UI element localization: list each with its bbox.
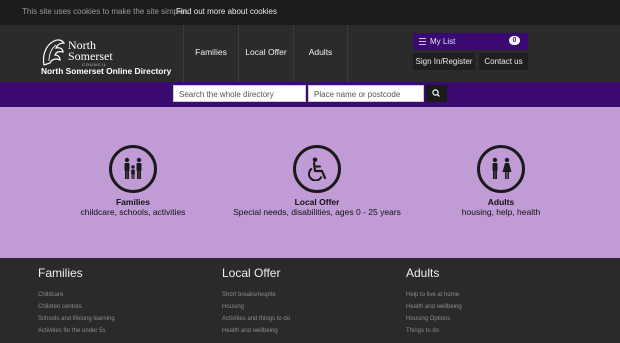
logo-line-2: Somerset [68,49,113,63]
tile-adults[interactable]: Adults housing, help, health [401,145,601,235]
tile-families-sub: childcare, schools, activities [80,207,186,217]
cookie-link[interactable]: Find out more about cookies [176,7,277,16]
nav-adults[interactable]: Adults [293,25,348,82]
footer-heading: Adults [406,266,440,280]
tile-families-title: Families [115,197,151,207]
tile-families[interactable]: Families childcare, schools, activities [33,145,233,235]
hero-section: Families childcare, schools, activities … [0,107,620,258]
nav-local-offer[interactable]: Local Offer [238,25,293,82]
list-icon [419,38,426,45]
footer-link[interactable]: Housing Options [406,316,450,322]
tile-local-offer-sub: Special needs, disabilities, ages 0 - 25… [233,207,401,217]
directory-search-input[interactable]: Search the whole directory [173,85,306,102]
nav-families[interactable]: Families [183,25,238,82]
nav-local-offer-label: Local Offer [245,47,287,57]
footer-link[interactable]: Help to live at home [406,292,459,298]
sign-in-label: Sign In/Register [415,57,473,66]
footer-link[interactable]: Activities and things to do [222,316,290,322]
postcode-input[interactable]: Place name or postcode [308,85,424,102]
tile-local-offer-title: Local Offer [294,197,340,207]
footer-heading: Local Offer [222,266,281,280]
site-logo[interactable]: North Somerset COUNCIL North Somerset On… [28,37,178,81]
cookie-text: This site uses cookies to make the site … [22,7,189,16]
family-icon [109,145,157,193]
footer-link[interactable]: Schools and lifelong learning [38,316,115,322]
footer-link[interactable]: Health and wellbeing [222,328,278,334]
sign-in-button[interactable]: Sign In/Register [413,53,475,70]
contact-label: Contact us [484,57,523,66]
tile-adults-sub: housing, help, health [461,207,541,217]
site-footer: Families Childcare Children centres Scho… [0,258,620,343]
wheelchair-icon [293,145,341,193]
my-list-button[interactable]: My List 0 [413,33,528,50]
search-bar: Search the whole directory Place name or… [0,82,620,107]
footer-link[interactable]: Activities for the under 5s [38,328,105,334]
search-icon [432,89,440,97]
my-list-label: My List [430,37,456,46]
contact-button[interactable]: Contact us [479,53,528,70]
footer-heading: Families [38,266,83,280]
tile-adults-title: Adults [487,197,515,207]
footer-link[interactable]: Short breaks/respite [222,292,276,298]
cookie-bar: This site uses cookies to make the site … [0,0,620,25]
nav-adults-label: Adults [308,47,333,57]
footer-link[interactable]: Housing [222,304,244,310]
footer-link[interactable]: Health and wellbeing [406,304,462,310]
council-crest-icon [42,39,66,66]
footer-link[interactable]: Childcare [38,292,63,298]
footer-link[interactable]: Things to do [406,328,439,334]
postcode-placeholder: Place name or postcode [314,90,401,99]
tile-local-offer[interactable]: Local Offer Special needs, disabilities,… [217,145,417,235]
site-header: North Somerset COUNCIL North Somerset On… [0,25,620,82]
adults-icon [477,145,525,193]
directory-search-placeholder: Search the whole directory [179,90,274,99]
nav-families-label: Families [195,47,227,57]
directory-title: North Somerset Online Directory [41,66,172,76]
search-button[interactable] [426,85,447,102]
my-list-count-badge: 0 [509,36,520,45]
footer-link[interactable]: Children centres [38,304,82,310]
